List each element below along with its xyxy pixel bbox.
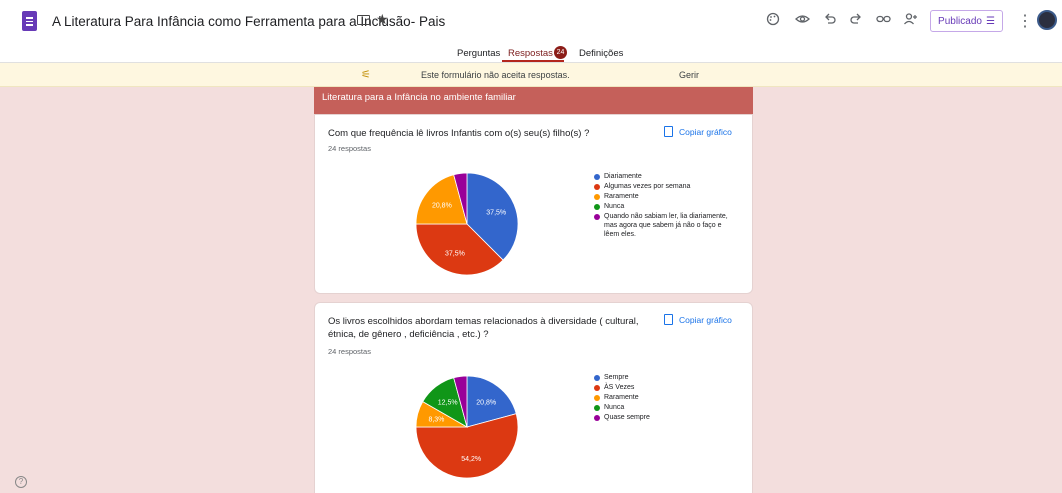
section-header: Literatura para a Infância no ambiente f… (314, 87, 753, 114)
copy-chart-label: Copiar gráfico (679, 314, 732, 325)
slice-label: 37,5% (486, 209, 506, 216)
legend-label: Nunca (604, 404, 625, 411)
question-card: Com que frequência lê livros Infantis co… (314, 114, 753, 294)
publish-button[interactable]: Publicado ☰ (930, 10, 1003, 32)
chart-legend: Diariamente Algumas vezes por semana Raram… (594, 172, 734, 240)
legend-swatch (594, 203, 600, 210)
legend-swatch (594, 213, 600, 220)
slice-label: 20,8% (432, 202, 452, 209)
slice-label: 37,5% (445, 251, 465, 258)
add-collaborator-icon[interactable] (903, 12, 918, 29)
not-accepting-icon: ⚟ (361, 69, 371, 81)
question-card: Os livros escolhidos abordam temas relac… (314, 302, 753, 493)
legend-swatch (594, 183, 600, 190)
publish-label: Publicado (938, 15, 982, 27)
tab-bar: Perguntas Respostas 24 Definições (0, 42, 1062, 63)
copy-chart-label: Copiar gráfico (679, 126, 732, 137)
question-title: Os livros escolhidos abordam temas relac… (328, 316, 639, 340)
notice-bar: ⚟ Este formulário não aceita respostas. … (0, 63, 1062, 87)
pie-chart: 37,5% 37,5% 20,8% (415, 172, 519, 276)
legend-label: Algumas vezes por semana (604, 183, 691, 190)
legend-item: Raramente (594, 192, 734, 201)
legend-label: Quase sempre (604, 414, 650, 421)
copy-chart-button[interactable]: Copiar gráfico (664, 126, 732, 137)
undo-icon[interactable] (824, 12, 836, 29)
slice-label: 54,2% (461, 456, 481, 463)
copy-icon (664, 126, 673, 137)
legend-swatch (594, 394, 600, 401)
tab-responses[interactable]: Respostas (508, 48, 553, 59)
question-title: Com que frequência lê livros Infantis co… (328, 128, 590, 139)
legend-label: Nunca (604, 203, 625, 210)
legend-swatch (594, 193, 600, 200)
legend-item: Raramente (594, 393, 650, 402)
legend-item: Quase sempre (594, 413, 650, 422)
legend-swatch (594, 414, 600, 421)
legend-item: Diariamente (594, 172, 734, 181)
response-count: 24 respostas (328, 144, 371, 153)
publish-settings-icon: ☰ (985, 15, 995, 27)
preview-icon[interactable] (795, 12, 810, 29)
copy-icon (664, 314, 673, 325)
chart-legend: Sempre ÀS Vezes Raramente Nunca Quase sempre (594, 373, 650, 423)
legend-item: Algumas vezes por semana (594, 182, 734, 191)
legend-label: Raramente (604, 193, 639, 200)
manage-link[interactable]: Gerir (679, 70, 699, 80)
top-bar: A Literatura Para Infância como Ferramen… (0, 0, 1062, 42)
more-icon[interactable]: ⋮ (1017, 11, 1033, 31)
tab-settings[interactable]: Definições (579, 48, 623, 59)
legend-label: ÀS Vezes (604, 384, 635, 391)
palette-icon[interactable] (766, 12, 780, 29)
legend-swatch (594, 384, 600, 391)
slice-label: 12,5% (438, 399, 458, 406)
response-count: 24 respostas (328, 347, 371, 356)
redo-icon[interactable] (850, 12, 862, 29)
legend-item: Nunca (594, 202, 734, 211)
notice-text: Este formulário não aceita respostas. (421, 70, 570, 80)
pie-chart: 20,8% 54,2% 8,3% 12,5% (415, 375, 519, 479)
legend-swatch (594, 404, 600, 411)
slice-label: 20,8% (476, 399, 496, 406)
copy-chart-button[interactable]: Copiar gráfico (664, 314, 732, 325)
link-icon[interactable] (876, 12, 891, 29)
legend-label: Diariamente (604, 173, 642, 180)
legend-item: Quando não sabiam ler, lia diariamente, … (594, 212, 734, 239)
folder-icon[interactable] (357, 15, 370, 25)
avatar[interactable] (1037, 10, 1057, 30)
responses-count-badge: 24 (554, 46, 567, 59)
active-tab-indicator (502, 60, 564, 62)
forms-logo-icon[interactable] (22, 11, 37, 31)
legend-label: Sempre (604, 374, 629, 381)
tab-questions[interactable]: Perguntas (457, 48, 500, 59)
legend-item: Nunca (594, 403, 650, 412)
legend-item: Sempre (594, 373, 650, 382)
slice-label: 8,3% (428, 416, 444, 423)
star-icon[interactable]: ★ (376, 11, 389, 28)
legend-label: Raramente (604, 394, 639, 401)
legend-swatch (594, 173, 600, 180)
help-icon[interactable]: ? (15, 476, 27, 488)
legend-label: Quando não sabiam ler, lia diariamente, … (604, 213, 728, 238)
legend-swatch (594, 374, 600, 381)
legend-item: ÀS Vezes (594, 383, 650, 392)
